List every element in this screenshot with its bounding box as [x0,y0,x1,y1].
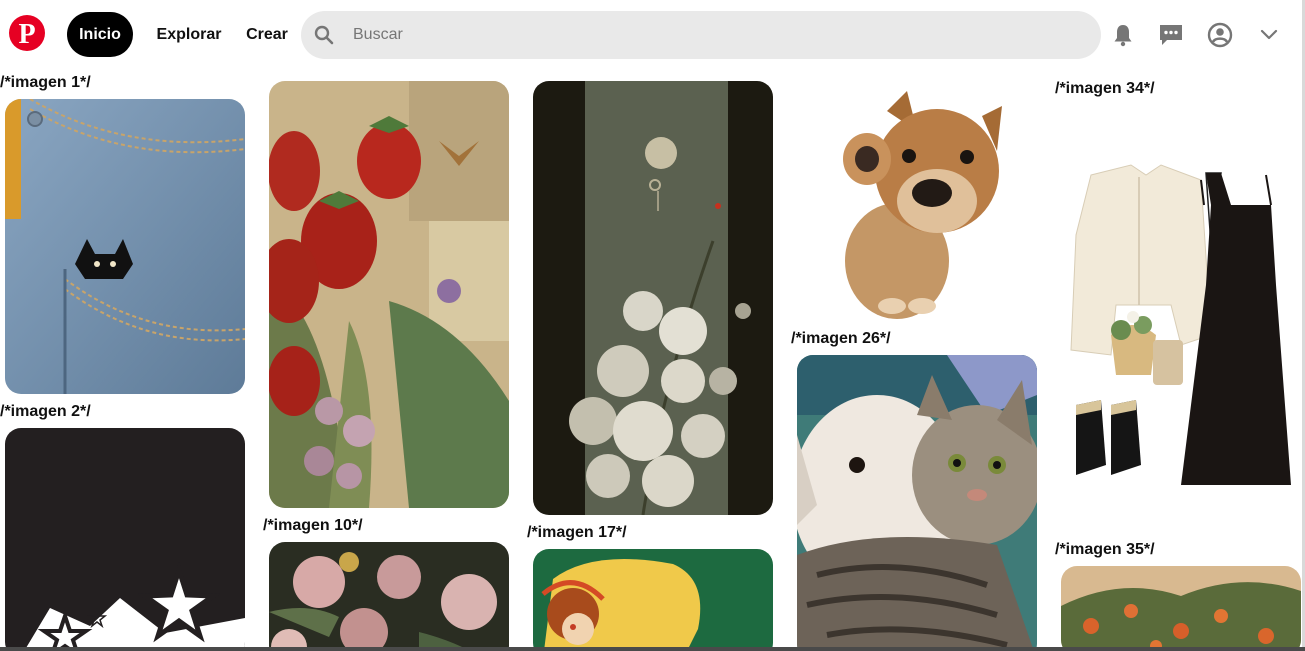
bell-icon[interactable] [1108,20,1138,50]
window-bottom-edge [0,647,1305,651]
caption-imagen-34: /*imagen 34*/ [1055,80,1155,97]
top-navigation-bar: P Inicio Explorar Crear [0,0,1305,70]
caption-imagen-17: /*imagen 17*/ [527,524,627,541]
chevron-down-icon[interactable] [1254,20,1284,50]
caption-imagen-10: /*imagen 10*/ [263,517,363,534]
nav-explorar-button[interactable]: Explorar [150,12,228,57]
pin-image-roses-dark[interactable] [269,542,509,651]
pin-image-black-stars[interactable] [5,428,245,651]
pin-image-outfit-collage[interactable] [1061,105,1301,535]
pin-image-strawberry-botanical[interactable] [269,81,509,508]
search-bar[interactable] [301,11,1101,59]
nav-crear-button[interactable]: Crear [240,12,294,57]
pin-image-puppy-waving[interactable] [797,81,1037,321]
search-input[interactable] [353,11,1083,59]
pin-image-green-illustration[interactable] [533,549,773,651]
pin-image-denim-cat-pocket[interactable] [5,99,245,394]
pin-image-dog-and-cat[interactable] [797,355,1037,651]
pinterest-logo-icon[interactable]: P [9,15,45,51]
caption-imagen-2: /*imagen 2*/ [0,403,91,420]
chat-icon[interactable] [1156,20,1186,50]
caption-imagen-1: /*imagen 1*/ [0,74,91,91]
profile-icon[interactable] [1205,20,1235,50]
svg-text:P: P [18,19,35,50]
pin-image-peony-dark-panel[interactable] [533,81,773,515]
nav-inicio-button[interactable]: Inicio [67,12,133,57]
pin-image-orange-tree-painting[interactable] [1061,566,1301,651]
caption-imagen-26: /*imagen 26*/ [791,330,891,347]
search-icon [314,25,334,45]
caption-imagen-35: /*imagen 35*/ [1055,541,1155,558]
